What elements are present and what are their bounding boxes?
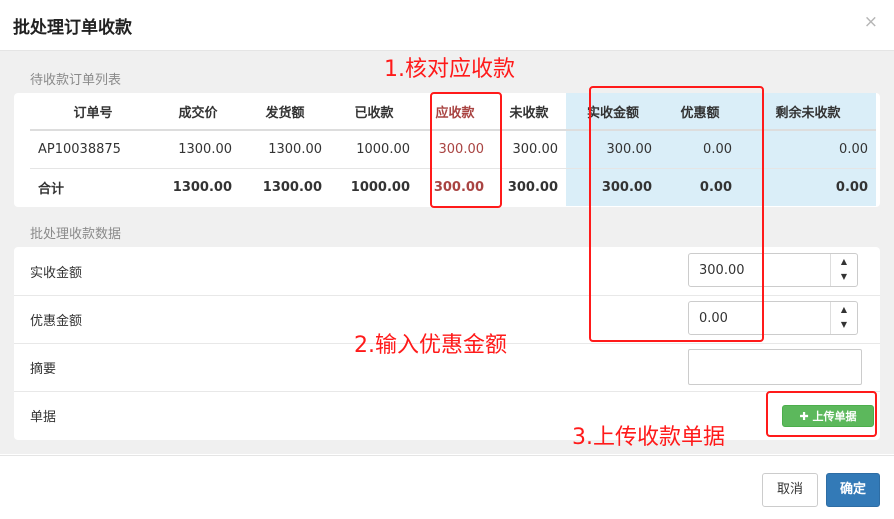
summary-label: 摘要 [30, 362, 57, 377]
document-label: 单据 [30, 410, 57, 425]
discount-amount-stepper[interactable]: ▲ ▼ [830, 302, 857, 334]
chevron-down-icon[interactable]: ▼ [831, 317, 857, 332]
section-title-batch: 批处理收款数据 [30, 227, 122, 242]
col-header-shipped: 发货额 [240, 93, 330, 131]
annotation-step-2: 2.输入优惠金额 [354, 333, 507, 358]
chevron-up-icon[interactable]: ▲ [831, 254, 857, 269]
annotation-box-actual-discount [589, 86, 764, 342]
col-header-unreceived: 未收款 [492, 93, 566, 131]
order-no-cell: AP10038875 [30, 130, 156, 169]
chevron-up-icon[interactable]: ▲ [831, 302, 857, 317]
actual-amount-stepper[interactable]: ▲ ▼ [830, 254, 857, 286]
dialog-title: 批处理订单收款 [13, 18, 132, 38]
received-cell: 1000.00 [330, 130, 418, 169]
annotation-box-upload [766, 391, 877, 437]
annotation-step-1: 1.核对应收款 [384, 57, 515, 82]
annotation-box-receivable [430, 92, 502, 208]
total-shipped: 1300.00 [262, 180, 322, 195]
shipped-cell: 1300.00 [240, 130, 330, 169]
section-title-orders: 待收款订单列表 [30, 73, 122, 88]
col-header-order-no: 订单号 [30, 93, 156, 131]
dialog-footer: 取消 确定 [0, 455, 894, 519]
dialog-header: 批处理订单收款 × [0, 0, 894, 51]
annotation-step-3: 3.上传收款单据 [572, 425, 725, 450]
total-label: 合计 [38, 182, 65, 197]
total-unreceived: 300.00 [507, 180, 558, 195]
total-deal-price: 1300.00 [172, 180, 232, 195]
summary-input[interactable] [688, 349, 862, 385]
col-header-deal-price: 成交价 [156, 93, 240, 131]
confirm-button[interactable]: 确定 [826, 473, 880, 507]
deal-price-cell: 1300.00 [156, 130, 240, 169]
form-row-document: 单据 ✚ 上传单据 [14, 391, 880, 439]
col-header-received: 已收款 [330, 93, 418, 131]
discount-amount-label: 优惠金额 [30, 314, 83, 329]
cancel-button[interactable]: 取消 [762, 473, 818, 507]
unreceived-cell: 300.00 [492, 130, 566, 169]
close-icon[interactable]: × [864, 12, 878, 32]
chevron-down-icon[interactable]: ▼ [831, 269, 857, 284]
total-received: 1000.00 [350, 180, 410, 195]
actual-amount-label: 实收金额 [30, 266, 83, 281]
